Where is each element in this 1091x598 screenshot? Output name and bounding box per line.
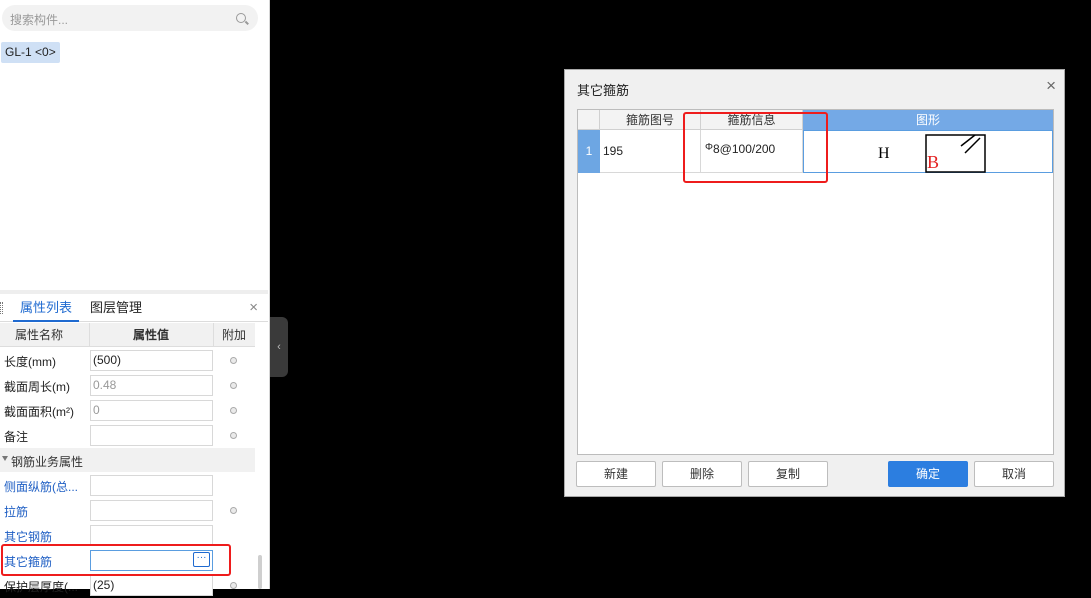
property-value-input[interactable]: (500) <box>90 350 213 371</box>
extra-checkbox[interactable] <box>230 432 237 439</box>
property-row-other-stirrup: 其它箍筋 ··· <box>0 548 255 573</box>
property-value-input[interactable]: 0.48 <box>90 375 213 396</box>
property-name: 截面周长(m) <box>4 380 70 394</box>
property-tabs: 属性列表 图层管理 × <box>0 294 268 322</box>
table-header: 箍筋图号 箍筋信息 图形 <box>578 110 1053 130</box>
stirrup-table: 箍筋图号 箍筋信息 图形 1 195 Φ8@100/200 H B <box>577 109 1054 455</box>
dialog-title: 其它箍筋 <box>577 83 630 98</box>
cancel-button[interactable]: 取消 <box>974 461 1054 487</box>
search-icon[interactable] <box>236 13 246 23</box>
table-row[interactable]: 1 195 Φ8@100/200 H B <box>578 130 1053 173</box>
extra-checkbox[interactable] <box>230 407 237 414</box>
extra-checkbox[interactable] <box>230 507 237 514</box>
close-icon[interactable]: × <box>249 299 258 316</box>
header-stirrup-no: 箍筋图号 <box>600 110 701 130</box>
property-value-input[interactable] <box>90 475 213 496</box>
search-input[interactable]: 搜索构件... <box>2 5 258 31</box>
tab-layer-manager[interactable]: 图层管理 <box>90 294 142 322</box>
extra-checkbox[interactable] <box>230 357 237 364</box>
group-label: 钢筋业务属性 <box>11 455 84 469</box>
cell-shape-number[interactable]: 195 <box>600 130 701 173</box>
property-row-remark: 备注 <box>0 423 255 448</box>
property-value-input[interactable] <box>90 500 213 521</box>
close-icon[interactable]: × <box>1046 76 1056 96</box>
header-property-value: 属性值 <box>133 328 170 342</box>
header-stirrup-info: 箍筋信息 <box>701 110 803 130</box>
property-value-input[interactable] <box>90 525 213 546</box>
header-index <box>578 110 600 130</box>
property-row-cover: 保护层厚度(... (25) <box>0 573 255 598</box>
property-name: 保护层厚度(... <box>4 580 78 594</box>
tab-property-list[interactable]: 属性列表 <box>13 294 79 322</box>
property-value-input[interactable]: 0 <box>90 400 213 421</box>
property-name[interactable]: 拉筋 <box>4 503 28 520</box>
property-name[interactable]: 侧面纵筋(总... <box>4 478 78 495</box>
property-name: 备注 <box>4 430 29 444</box>
drag-grip-icon[interactable] <box>0 302 3 314</box>
stirrup-shape-icon: B <box>925 134 986 173</box>
property-row-perimeter: 截面周长(m) 0.48 <box>0 373 255 398</box>
expand-triangle-icon[interactable] <box>2 456 8 461</box>
new-button[interactable]: 新建 <box>576 461 656 487</box>
shape-label-h: H <box>878 145 890 162</box>
property-value-input[interactable]: (25) <box>90 575 213 596</box>
scrollbar[interactable] <box>258 555 262 589</box>
other-stirrup-dialog: 其它箍筋 × 箍筋图号 箍筋信息 图形 1 195 Φ8@100/200 H B <box>564 69 1065 497</box>
property-value-input[interactable] <box>90 425 213 446</box>
stirrup-info-text: 8@100/200 <box>712 142 776 156</box>
property-name: 截面面积(m²) <box>4 405 74 419</box>
left-panel: 搜索构件... GL-1 <0> 属性列表 图层管理 × 属性名称 属性值 附加… <box>0 0 270 596</box>
property-table-header: 属性名称 属性值 附加 <box>0 323 255 347</box>
property-row-side-rebar: 侧面纵筋(总... <box>0 473 255 498</box>
property-row-length: 长度(mm) (500) <box>0 348 255 373</box>
ok-button[interactable]: 确定 <box>888 461 968 487</box>
property-row-tie-bar: 拉筋 <box>0 498 255 523</box>
rebar-grade-icon: Φ <box>705 142 713 153</box>
property-name[interactable]: 其它箍筋 <box>4 553 52 570</box>
delete-button[interactable]: 删除 <box>662 461 742 487</box>
property-row-other-rebar: 其它钢筋 <box>0 523 255 548</box>
component-list-item[interactable]: GL-1 <0> <box>1 42 60 63</box>
ellipsis-button[interactable]: ··· <box>193 552 210 567</box>
property-name[interactable]: 其它钢筋 <box>4 528 52 545</box>
header-shape: 图形 <box>803 110 1053 130</box>
cell-shape[interactable]: H B <box>803 130 1053 173</box>
row-index[interactable]: 1 <box>578 130 600 173</box>
other-stirrup-input[interactable]: ··· <box>90 550 213 571</box>
cell-stirrup-info[interactable]: Φ8@100/200 <box>701 130 803 173</box>
extra-checkbox[interactable] <box>230 382 237 389</box>
shape-label-b: B <box>927 152 939 172</box>
property-row-area: 截面面积(m²) 0 <box>0 398 255 423</box>
collapse-panel-button[interactable]: ‹ <box>270 317 288 377</box>
header-extra: 附加 <box>222 328 247 342</box>
header-property-name: 属性名称 <box>15 328 64 342</box>
property-group-rebar[interactable]: 钢筋业务属性 <box>0 448 255 472</box>
extra-checkbox[interactable] <box>230 582 237 589</box>
search-placeholder: 搜索构件... <box>10 13 69 27</box>
property-name: 长度(mm) <box>4 355 56 369</box>
copy-button[interactable]: 复制 <box>748 461 828 487</box>
